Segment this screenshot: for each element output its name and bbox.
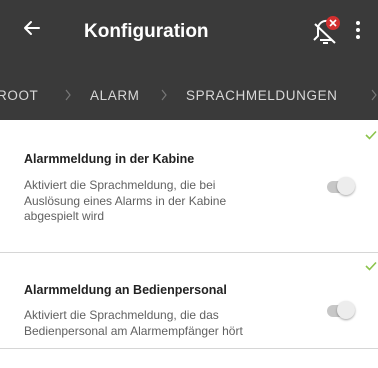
kabine-toggle[interactable] <box>325 177 355 197</box>
toggle-thumb <box>337 301 355 319</box>
more-vertical-icon[interactable] <box>354 20 362 40</box>
setting-title: Alarmmeldung in der Kabine <box>24 152 195 166</box>
alarm-off-icon[interactable] <box>308 14 344 46</box>
check-icon <box>365 130 377 140</box>
setting-item-kabine: Alarmmeldung in der Kabine Aktiviert die… <box>0 120 378 252</box>
divider <box>0 348 378 349</box>
setting-title: Alarmmeldung an Bedienpersonal <box>24 283 227 297</box>
app-bar: Konfiguration <box>0 0 378 72</box>
setting-description: Aktiviert die Sprachmeldung, die bei Aus… <box>24 178 227 223</box>
check-icon <box>365 261 377 271</box>
setting-description: Aktiviert die Sprachmeldung, die das Bed… <box>24 308 243 338</box>
chevron-right-icon <box>65 89 71 101</box>
breadcrumb: ROOT ALARM SPRACHMELDUNGEN <box>0 72 378 120</box>
chevron-right-icon <box>161 89 167 101</box>
breadcrumb-alarm[interactable]: ALARM <box>90 88 140 103</box>
chevron-right-icon <box>371 89 377 101</box>
toggle-thumb <box>337 177 355 195</box>
bedienpersonal-toggle[interactable] <box>325 301 355 321</box>
setting-item-bedienpersonal: Alarmmeldung an Bedienpersonal Aktiviert… <box>0 253 378 368</box>
breadcrumb-root[interactable]: ROOT <box>0 88 38 103</box>
breadcrumb-sprachmeldungen[interactable]: SPRACHMELDUNGEN <box>186 88 338 103</box>
arrow-left-icon[interactable] <box>22 18 42 38</box>
settings-list: Alarmmeldung in der Kabine Aktiviert die… <box>0 120 378 368</box>
page-title: Konfiguration <box>84 21 209 42</box>
